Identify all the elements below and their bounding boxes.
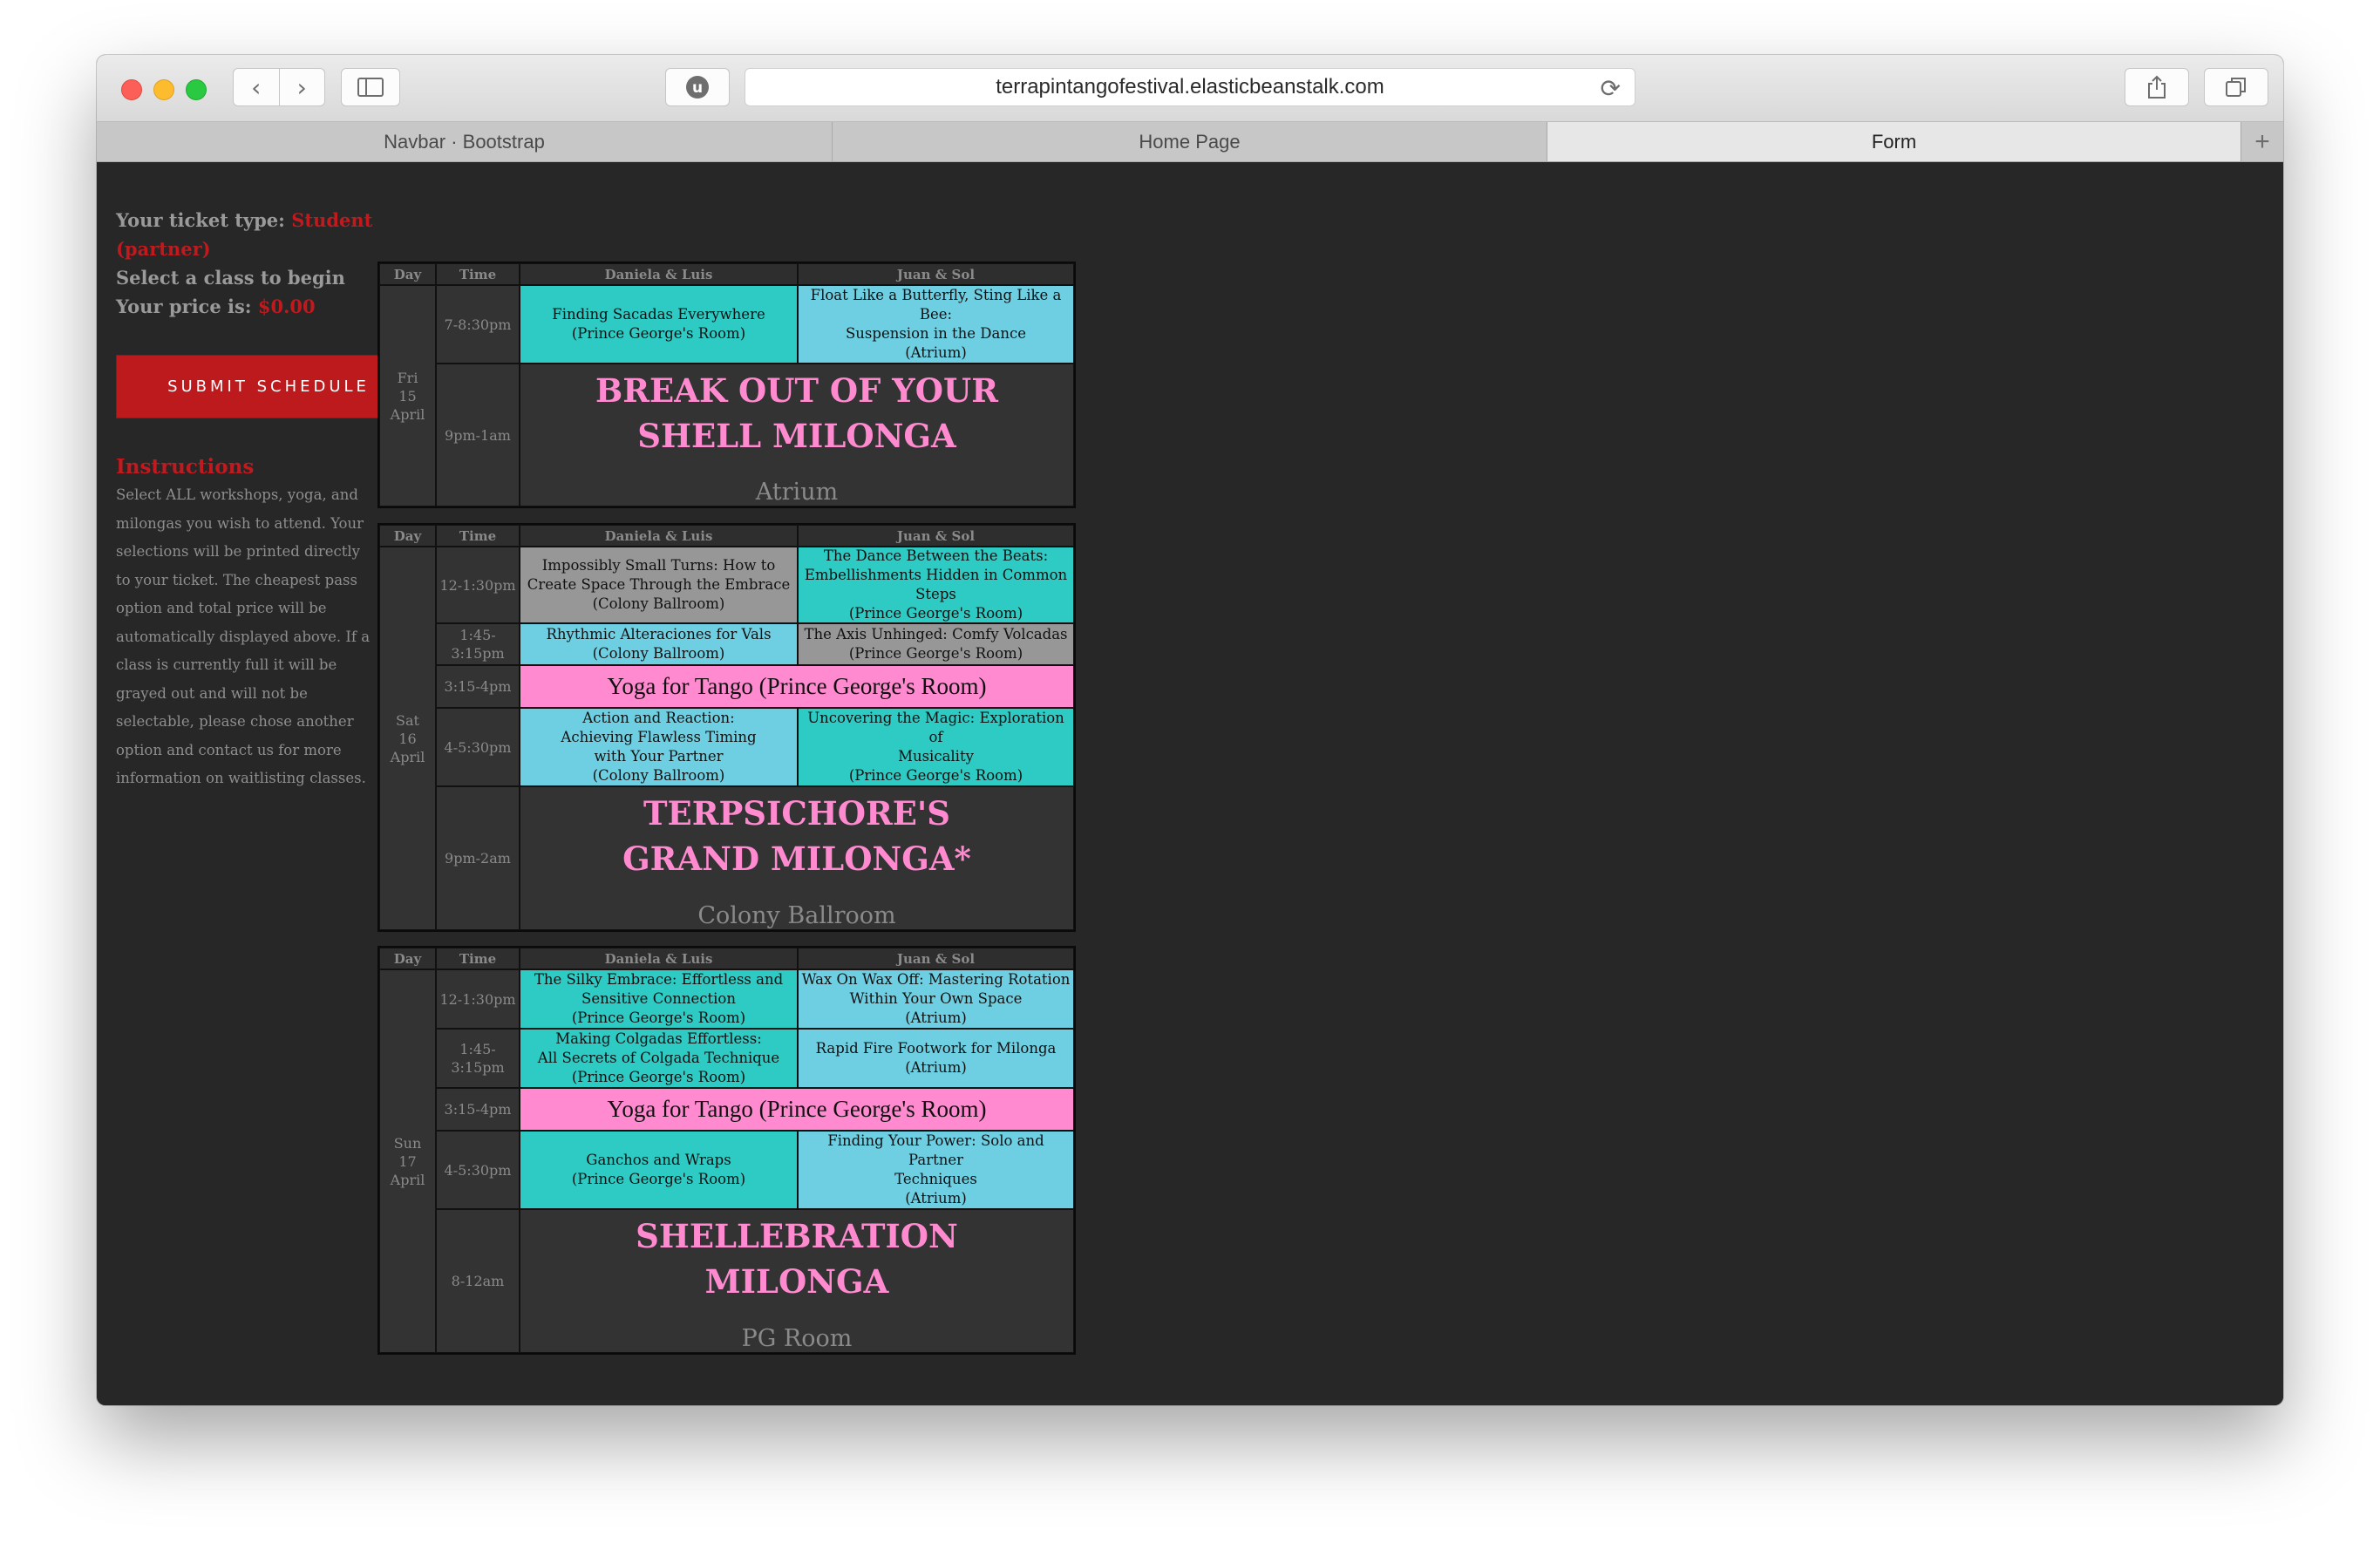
share-button[interactable] bbox=[2125, 68, 2189, 106]
address-bar[interactable]: terrapintangofestival.elasticbeanstalk.c… bbox=[745, 68, 1635, 106]
schedule-saturday: Day Time Daniela & Luis Juan & Sol Sat 1… bbox=[377, 523, 1076, 932]
svg-text:u: u bbox=[692, 79, 703, 97]
milonga-title: SHELLEBRATION MILONGA bbox=[636, 1217, 958, 1301]
forward-button[interactable]: › bbox=[280, 69, 325, 105]
milonga-location: Colony Ballroom bbox=[697, 902, 896, 929]
time-slot: 8-12am bbox=[436, 1209, 520, 1353]
class-option[interactable]: Rhythmic Alteraciones for Vals (Colony B… bbox=[520, 623, 798, 665]
sidebar-toggle-button[interactable] bbox=[341, 68, 400, 106]
tabs-icon bbox=[2226, 78, 2246, 97]
header-day: Day bbox=[379, 948, 436, 969]
day-label: Sun 17 April bbox=[379, 969, 436, 1353]
submit-schedule-button[interactable]: SUBMIT SCHEDULE bbox=[116, 355, 421, 418]
class-option-full: Impossibly Small Turns: How to Create Sp… bbox=[520, 547, 798, 623]
milonga-location: Atrium bbox=[755, 479, 839, 506]
reload-icon[interactable]: ⟳ bbox=[1601, 74, 1621, 103]
day-label: Fri 15 April bbox=[379, 285, 436, 506]
class-option[interactable]: Making Colgadas Effortless: All Secrets … bbox=[520, 1029, 798, 1088]
header-time: Time bbox=[436, 263, 520, 285]
price-label: Your price is: bbox=[116, 296, 252, 317]
ublock-icon: u bbox=[686, 76, 709, 99]
header-daniela-luis: Daniela & Luis bbox=[520, 525, 798, 547]
schedule-sunday: Day Time Daniela & Luis Juan & Sol Sun 1… bbox=[377, 946, 1076, 1355]
price-value: $0.00 bbox=[257, 296, 316, 317]
class-option[interactable]: Uncovering the Magic: Exploration of Mus… bbox=[798, 708, 1074, 786]
header-time: Time bbox=[436, 525, 520, 547]
class-option[interactable]: Wax On Wax Off: Mastering Rotation Withi… bbox=[798, 969, 1074, 1029]
header-day: Day bbox=[379, 525, 436, 547]
header-juan-sol: Juan & Sol bbox=[798, 525, 1074, 547]
time-slot: 12-1:30pm bbox=[436, 969, 520, 1029]
ticket-type-label: Your ticket type: bbox=[116, 209, 285, 231]
class-option-full: The Axis Unhinged: Comfy Volcadas (Princ… bbox=[798, 623, 1074, 665]
ticket-summary: Your ticket type: Student (partner) Sele… bbox=[116, 206, 377, 321]
class-option[interactable]: Rapid Fire Footwork for Milonga (Atrium) bbox=[798, 1029, 1074, 1088]
browser-window: ‹ › u terrapintangofestival.elasticbeans… bbox=[97, 55, 2283, 1405]
time-slot: 7-8:30pm bbox=[436, 285, 520, 364]
day-label: Sat 16 April bbox=[379, 547, 436, 930]
sidebar-icon bbox=[357, 78, 384, 97]
yoga-option[interactable]: Yoga for Tango (Prince George's Room) bbox=[520, 1088, 1074, 1131]
new-tab-button[interactable]: + bbox=[2241, 122, 2283, 161]
url-text: terrapintangofestival.elasticbeanstalk.c… bbox=[996, 75, 1384, 99]
class-option[interactable]: Action and Reaction: Achieving Flawless … bbox=[520, 708, 798, 786]
milonga-title: TERPSICHORE'S GRAND MILONGA* bbox=[622, 794, 971, 878]
time-slot: 12-1:30pm bbox=[436, 547, 520, 623]
class-option[interactable]: The Dance Between the Beats: Embellishme… bbox=[798, 547, 1074, 623]
header-juan-sol: Juan & Sol bbox=[798, 948, 1074, 969]
time-slot: 4-5:30pm bbox=[436, 708, 520, 786]
header-daniela-luis: Daniela & Luis bbox=[520, 948, 798, 969]
milonga-option[interactable]: TERPSICHORE'S GRAND MILONGA* Colony Ball… bbox=[520, 786, 1074, 930]
class-option[interactable]: Float Like a Butterfly, Sting Like a Bee… bbox=[798, 285, 1074, 364]
page-content: Your ticket type: Student (partner) Sele… bbox=[97, 162, 2283, 1405]
back-button[interactable]: ‹ bbox=[234, 69, 280, 105]
time-slot: 3:15-4pm bbox=[436, 1088, 520, 1131]
header-day: Day bbox=[379, 263, 436, 285]
class-option[interactable]: Finding Your Power: Solo and Partner Tec… bbox=[798, 1131, 1074, 1209]
milonga-location: PG Room bbox=[741, 1325, 853, 1352]
time-slot: 1:45- 3:15pm bbox=[436, 1029, 520, 1088]
zoom-window-button[interactable] bbox=[186, 79, 207, 100]
minimize-window-button[interactable] bbox=[153, 79, 174, 100]
select-prompt: Select a class to begin bbox=[116, 267, 345, 289]
chevron-right-icon: › bbox=[296, 72, 307, 102]
class-option[interactable]: Finding Sacadas Everywhere (Prince Georg… bbox=[520, 285, 798, 364]
tab-home-page[interactable]: Home Page bbox=[833, 122, 1547, 161]
class-option[interactable]: Ganchos and Wraps (Prince George's Room) bbox=[520, 1131, 798, 1209]
extension-button[interactable]: u bbox=[665, 68, 730, 106]
header-daniela-luis: Daniela & Luis bbox=[520, 263, 798, 285]
yoga-option[interactable]: Yoga for Tango (Prince George's Room) bbox=[520, 665, 1074, 708]
class-option[interactable]: The Silky Embrace: Effortless and Sensit… bbox=[520, 969, 798, 1029]
time-slot: 9pm-1am bbox=[436, 364, 520, 506]
tab-form[interactable]: Form bbox=[1547, 122, 2241, 161]
instructions-text: Select ALL workshops, yoga, and milongas… bbox=[116, 486, 371, 786]
header-time: Time bbox=[436, 948, 520, 969]
schedule-friday: Day Time Daniela & Luis Juan & Sol Fri 1… bbox=[377, 262, 1076, 508]
header-juan-sol: Juan & Sol bbox=[798, 263, 1074, 285]
tab-navbar-bootstrap[interactable]: Navbar · Bootstrap bbox=[97, 122, 833, 161]
tab-bar: Navbar · Bootstrap Home Page Form + bbox=[97, 122, 2283, 162]
history-buttons: ‹ › bbox=[233, 68, 325, 106]
milonga-option[interactable]: BREAK OUT OF YOUR SHELL MILONGA Atrium bbox=[520, 364, 1074, 506]
instructions-title: Instructions bbox=[116, 455, 255, 479]
tabs-overview-button[interactable] bbox=[2204, 68, 2268, 106]
milonga-option[interactable]: SHELLEBRATION MILONGA PG Room bbox=[520, 1209, 1074, 1353]
time-slot: 9pm-2am bbox=[436, 786, 520, 930]
share-icon bbox=[2148, 75, 2166, 99]
chevron-left-icon: ‹ bbox=[251, 72, 262, 102]
browser-toolbar: ‹ › u terrapintangofestival.elasticbeans… bbox=[97, 55, 2283, 122]
time-slot: 3:15-4pm bbox=[436, 665, 520, 708]
milonga-title: BREAK OUT OF YOUR SHELL MILONGA bbox=[595, 371, 998, 455]
plus-icon: + bbox=[2254, 126, 2270, 156]
time-slot: 1:45- 3:15pm bbox=[436, 623, 520, 665]
time-slot: 4-5:30pm bbox=[436, 1131, 520, 1209]
close-window-button[interactable] bbox=[121, 79, 142, 100]
